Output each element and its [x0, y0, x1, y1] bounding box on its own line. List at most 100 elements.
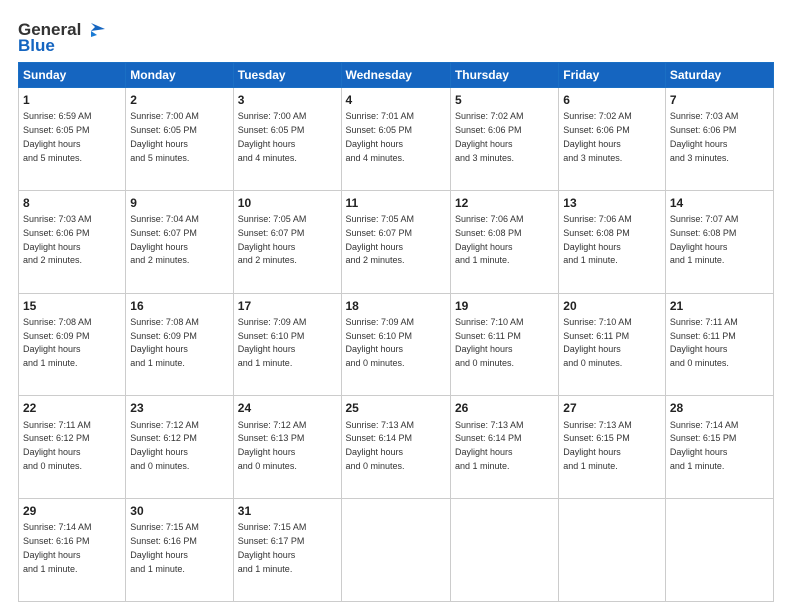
day-info: Sunrise: 7:13 AMSunset: 6:14 PMDaylight … [346, 420, 415, 471]
calendar-cell: 15 Sunrise: 7:08 AMSunset: 6:09 PMDayligh… [19, 293, 126, 396]
day-number: 14 [670, 195, 769, 211]
day-number: 3 [238, 92, 337, 108]
day-info: Sunrise: 7:09 AMSunset: 6:10 PMDaylight … [238, 317, 307, 368]
day-info: Sunrise: 7:02 AMSunset: 6:06 PMDaylight … [563, 111, 632, 162]
day-info: Sunrise: 7:15 AMSunset: 6:16 PMDaylight … [130, 522, 199, 573]
calendar-cell: 6 Sunrise: 7:02 AMSunset: 6:06 PMDaylight… [559, 88, 666, 191]
day-number: 15 [23, 298, 121, 314]
day-info: Sunrise: 7:08 AMSunset: 6:09 PMDaylight … [23, 317, 92, 368]
day-number: 26 [455, 400, 554, 416]
day-info: Sunrise: 7:00 AMSunset: 6:05 PMDaylight … [130, 111, 199, 162]
calendar-cell: 4 Sunrise: 7:01 AMSunset: 6:05 PMDaylight… [341, 88, 450, 191]
day-info: Sunrise: 7:11 AMSunset: 6:12 PMDaylight … [23, 420, 91, 471]
logo-bird-icon [83, 21, 105, 39]
weekday-header-thursday: Thursday [450, 63, 558, 88]
weekday-header-friday: Friday [559, 63, 666, 88]
calendar-cell: 17 Sunrise: 7:09 AMSunset: 6:10 PMDayligh… [233, 293, 341, 396]
weekday-header-monday: Monday [126, 63, 233, 88]
calendar-cell [559, 499, 666, 602]
calendar-cell: 30 Sunrise: 7:15 AMSunset: 6:16 PMDayligh… [126, 499, 233, 602]
day-info: Sunrise: 7:14 AMSunset: 6:15 PMDaylight … [670, 420, 739, 471]
calendar-cell: 18 Sunrise: 7:09 AMSunset: 6:10 PMDayligh… [341, 293, 450, 396]
day-number: 22 [23, 400, 121, 416]
day-info: Sunrise: 7:01 AMSunset: 6:05 PMDaylight … [346, 111, 415, 162]
calendar-cell: 10Sunrise: 7:05 AMSunset: 6:07 PMDayligh… [233, 190, 341, 293]
day-info: Sunrise: 7:10 AMSunset: 6:11 PMDaylight … [455, 317, 524, 368]
day-info: Sunrise: 7:10 AMSunset: 6:11 PMDaylight … [563, 317, 632, 368]
calendar-cell: 14 Sunrise: 7:07 AMSunset: 6:08 PMDayligh… [665, 190, 773, 293]
day-number: 28 [670, 400, 769, 416]
day-number: 31 [238, 503, 337, 519]
logo-blue: Blue [18, 36, 55, 56]
day-info: Sunrise: 7:06 AMSunset: 6:08 PMDaylight … [563, 214, 632, 265]
day-number: 20 [563, 298, 661, 314]
calendar-cell: 28 Sunrise: 7:14 AMSunset: 6:15 PMDayligh… [665, 396, 773, 499]
calendar-cell: 7 Sunrise: 7:03 AMSunset: 6:06 PMDaylight… [665, 88, 773, 191]
day-number: 25 [346, 400, 446, 416]
day-number: 21 [670, 298, 769, 314]
calendar-cell: 31Sunrise: 7:15 AMSunset: 6:17 PMDayligh… [233, 499, 341, 602]
day-number: 13 [563, 195, 661, 211]
day-info: Sunrise: 7:05 AMSunset: 6:07 PMDaylight … [346, 214, 415, 265]
day-info: Sunrise: 7:08 AMSunset: 6:09 PMDaylight … [130, 317, 199, 368]
calendar-cell: 11 Sunrise: 7:05 AMSunset: 6:07 PMDayligh… [341, 190, 450, 293]
calendar-cell: 24Sunrise: 7:12 AMSunset: 6:13 PMDayligh… [233, 396, 341, 499]
calendar-week-row: 22 Sunrise: 7:11 AMSunset: 6:12 PMDayligh… [19, 396, 774, 499]
day-number: 18 [346, 298, 446, 314]
day-number: 24 [238, 400, 337, 416]
day-info: Sunrise: 7:03 AMSunset: 6:06 PMDaylight … [670, 111, 739, 162]
day-info: Sunrise: 7:11 AMSunset: 6:11 PMDaylight … [670, 317, 738, 368]
calendar-cell: 13 Sunrise: 7:06 AMSunset: 6:08 PMDayligh… [559, 190, 666, 293]
day-info: Sunrise: 7:02 AMSunset: 6:06 PMDaylight … [455, 111, 524, 162]
logo: General Blue [18, 20, 105, 56]
day-number: 8 [23, 195, 121, 211]
day-number: 11 [346, 195, 446, 211]
day-info: Sunrise: 7:12 AMSunset: 6:12 PMDaylight … [130, 420, 199, 471]
calendar-table: SundayMondayTuesdayWednesdayThursdayFrid… [18, 62, 774, 602]
calendar-cell: 9Sunrise: 7:04 AMSunset: 6:07 PMDaylight… [126, 190, 233, 293]
calendar-cell [665, 499, 773, 602]
calendar-cell: 23Sunrise: 7:12 AMSunset: 6:12 PMDayligh… [126, 396, 233, 499]
header: General Blue [18, 16, 774, 56]
day-number: 4 [346, 92, 446, 108]
day-number: 17 [238, 298, 337, 314]
day-number: 30 [130, 503, 228, 519]
weekday-header-wednesday: Wednesday [341, 63, 450, 88]
day-info: Sunrise: 7:09 AMSunset: 6:10 PMDaylight … [346, 317, 415, 368]
day-number: 29 [23, 503, 121, 519]
day-info: Sunrise: 7:14 AMSunset: 6:16 PMDaylight … [23, 522, 92, 573]
day-number: 12 [455, 195, 554, 211]
calendar-cell: 20 Sunrise: 7:10 AMSunset: 6:11 PMDayligh… [559, 293, 666, 396]
calendar-cell: 3 Sunrise: 7:00 AMSunset: 6:05 PMDaylight… [233, 88, 341, 191]
day-number: 2 [130, 92, 228, 108]
day-number: 27 [563, 400, 661, 416]
day-number: 6 [563, 92, 661, 108]
day-info: Sunrise: 7:03 AMSunset: 6:06 PMDaylight … [23, 214, 92, 265]
weekday-header-sunday: Sunday [19, 63, 126, 88]
day-number: 19 [455, 298, 554, 314]
page: General Blue SundayMondayTuesdayWednesda… [0, 0, 792, 612]
weekday-header-row: SundayMondayTuesdayWednesdayThursdayFrid… [19, 63, 774, 88]
calendar-cell: 8 Sunrise: 7:03 AMSunset: 6:06 PMDaylight… [19, 190, 126, 293]
calendar-cell: 12 Sunrise: 7:06 AMSunset: 6:08 PMDayligh… [450, 190, 558, 293]
day-info: Sunrise: 7:00 AMSunset: 6:05 PMDaylight … [238, 111, 307, 162]
calendar-cell [450, 499, 558, 602]
day-info: Sunrise: 7:07 AMSunset: 6:08 PMDaylight … [670, 214, 739, 265]
day-info: Sunrise: 7:06 AMSunset: 6:08 PMDaylight … [455, 214, 524, 265]
day-number: 5 [455, 92, 554, 108]
calendar-cell: 2 Sunrise: 7:00 AMSunset: 6:05 PMDaylight… [126, 88, 233, 191]
calendar-week-row: 8 Sunrise: 7:03 AMSunset: 6:06 PMDaylight… [19, 190, 774, 293]
calendar-week-row: 1Sunrise: 6:59 AMSunset: 6:05 PMDaylight… [19, 88, 774, 191]
calendar-cell: 22 Sunrise: 7:11 AMSunset: 6:12 PMDayligh… [19, 396, 126, 499]
day-info: Sunrise: 7:05 AMSunset: 6:07 PMDaylight … [238, 214, 307, 265]
day-number: 7 [670, 92, 769, 108]
calendar-cell: 29 Sunrise: 7:14 AMSunset: 6:16 PMDayligh… [19, 499, 126, 602]
calendar-week-row: 29 Sunrise: 7:14 AMSunset: 6:16 PMDayligh… [19, 499, 774, 602]
calendar-cell: 27Sunrise: 7:13 AMSunset: 6:15 PMDayligh… [559, 396, 666, 499]
day-number: 1 [23, 92, 121, 108]
calendar-cell [341, 499, 450, 602]
calendar-cell: 16Sunrise: 7:08 AMSunset: 6:09 PMDayligh… [126, 293, 233, 396]
day-info: Sunrise: 7:13 AMSunset: 6:14 PMDaylight … [455, 420, 524, 471]
weekday-header-tuesday: Tuesday [233, 63, 341, 88]
calendar-cell: 26 Sunrise: 7:13 AMSunset: 6:14 PMDayligh… [450, 396, 558, 499]
